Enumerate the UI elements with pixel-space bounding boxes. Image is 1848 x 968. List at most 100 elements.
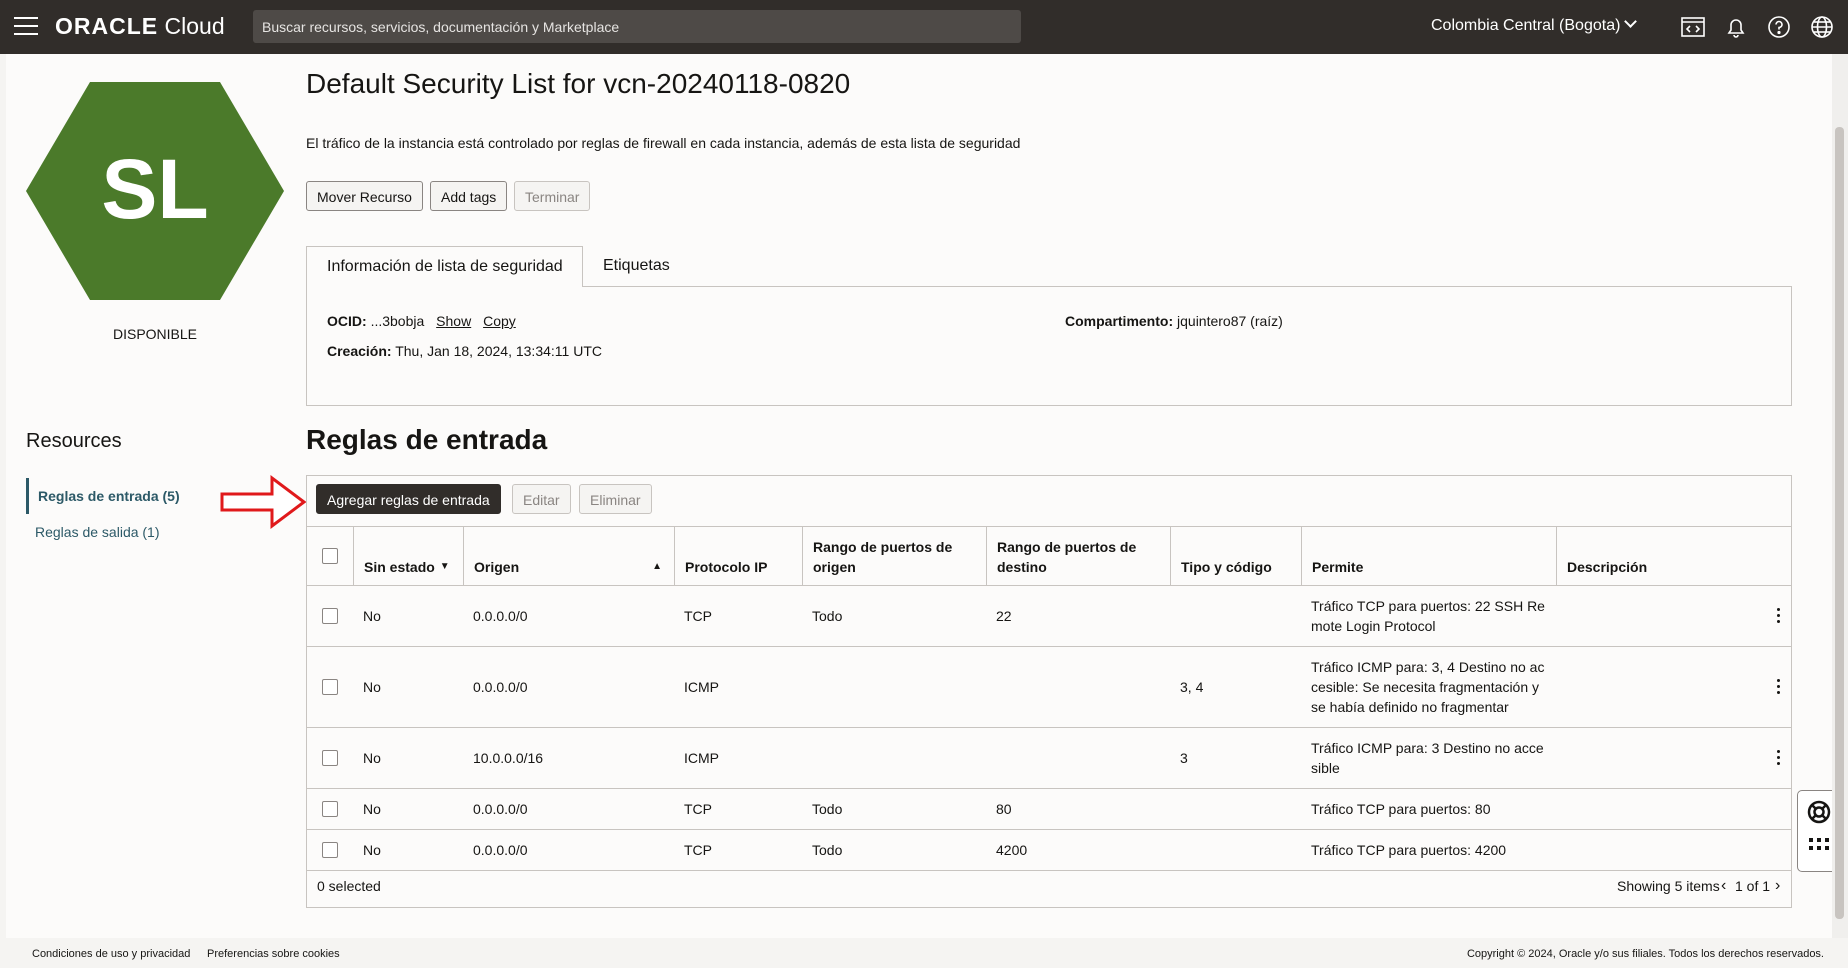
cookies-link[interactable]: Preferencias sobre cookies	[207, 948, 340, 960]
oracle-cloud-logo[interactable]: ORACLE Cloud	[55, 13, 225, 40]
tab-tags[interactable]: Etiquetas	[583, 246, 690, 287]
ocid-field: OCID: ...3bobja Show Copy	[327, 313, 516, 329]
cell-stateless: No	[363, 750, 381, 766]
tab-security-list-info[interactable]: Información de lista de seguridad	[306, 246, 583, 287]
info-panel: OCID: ...3bobja Show Copy Creación: Thu,…	[306, 286, 1792, 406]
add-tags-button[interactable]: Add tags	[430, 181, 508, 211]
prev-page-icon[interactable]: ‹	[1721, 877, 1726, 895]
cell-allows: Tráfico TCP para puertos: 22 SSH Remote …	[1311, 598, 1545, 634]
top-bar: ORACLE Cloud Buscar recursos, servicios,…	[0, 0, 1848, 54]
region-selector[interactable]: Colombia Central (Bogota)	[1431, 15, 1638, 35]
column-header-source[interactable]: Origen ▲	[463, 527, 674, 586]
scrollbar-thumb[interactable]	[1835, 127, 1844, 919]
created-field: Creación: Thu, Jan 18, 2024, 13:34:11 UT…	[327, 343, 602, 359]
cell-source-port: Todo	[812, 801, 843, 817]
resources-title: Resources	[26, 430, 122, 452]
cell-source: 0.0.0.0/0	[473, 608, 528, 624]
cell-stateless: No	[363, 608, 381, 624]
table-row: No 10.0.0.0/16 ICMP 3 Tráfico ICMP para:…	[307, 728, 1791, 789]
page-title: Default Security List for vcn-20240118-0…	[306, 68, 851, 99]
red-arrow-annotation	[220, 475, 307, 529]
table-row: No 0.0.0.0/0 TCP Todo 80 Tráfico TCP par…	[307, 789, 1791, 830]
column-header-protocol[interactable]: Protocolo IP	[674, 527, 802, 586]
cell-type-code: 3	[1180, 750, 1188, 766]
sort-up-icon: ▲	[652, 561, 662, 572]
cell-destination-port: 4200	[996, 842, 1028, 858]
cell-protocol: ICMP	[684, 679, 719, 695]
cell-allows: Tráfico TCP para puertos: 4200	[1311, 842, 1507, 858]
cell-source: 0.0.0.0/0	[473, 842, 528, 858]
cell-destination-port: 80	[996, 801, 1012, 817]
cell-allows: Tráfico ICMP para: 3 Destino no accesibl…	[1311, 740, 1544, 776]
cell-type-code: 3, 4	[1180, 679, 1204, 695]
cell-source: 0.0.0.0/0	[473, 801, 528, 817]
main-content: SL DISPONIBLE Default Security List for …	[6, 54, 1839, 938]
terminate-button[interactable]: Terminar	[514, 181, 591, 211]
select-all-checkbox[interactable]	[322, 548, 338, 564]
row-checkbox[interactable]	[322, 608, 338, 624]
security-list-hex-icon: SL	[26, 82, 284, 300]
delete-button[interactable]: Eliminar	[579, 484, 652, 514]
row-actions-icon[interactable]	[1777, 608, 1783, 626]
column-header-description[interactable]: Descripción	[1556, 527, 1791, 586]
code-editor-icon[interactable]	[1680, 14, 1706, 40]
page-footer: Condiciones de uso y privacidad Preferen…	[0, 938, 1848, 968]
row-actions-icon[interactable]	[1777, 679, 1783, 697]
row-checkbox[interactable]	[322, 750, 338, 766]
row-checkbox[interactable]	[322, 801, 338, 817]
cell-protocol: TCP	[684, 842, 712, 858]
help-icon[interactable]	[1766, 14, 1792, 40]
cell-source-port: Todo	[812, 608, 843, 624]
selected-count: 0 selected	[317, 878, 381, 894]
move-resource-button[interactable]: Mover Recurso	[306, 181, 423, 211]
bell-icon[interactable]	[1723, 14, 1749, 40]
cell-stateless: No	[363, 679, 381, 695]
ingress-rules-table: Agregar reglas de entrada Editar Elimina…	[306, 475, 1792, 908]
show-ocid-link[interactable]: Show	[436, 313, 471, 329]
chevron-down-icon	[1624, 15, 1638, 28]
row-checkbox[interactable]	[322, 842, 338, 858]
table-row: No 0.0.0.0/0 ICMP 3, 4 Tráfico ICMP para…	[307, 647, 1791, 728]
apps-grid-icon	[1809, 838, 1829, 850]
edit-button[interactable]: Editar	[512, 484, 571, 514]
lifebuoy-icon	[1807, 800, 1831, 824]
sort-down-icon: ▼	[439, 561, 450, 572]
page-description: El tráfico de la instancia está controla…	[306, 135, 1021, 151]
column-header-destination-port[interactable]: Rango de puertos de destino	[986, 527, 1170, 586]
page-scrollbar[interactable]	[1832, 54, 1848, 938]
compartment-field: Compartimento: jquintero87 (raíz)	[1065, 313, 1283, 329]
search-input[interactable]: Buscar recursos, servicios, documentació…	[253, 10, 1021, 43]
page-indicator: 1 of 1	[1735, 878, 1771, 894]
svg-text:SL: SL	[101, 142, 208, 236]
items-count: Showing 5 items	[1617, 878, 1720, 894]
next-page-icon[interactable]: ›	[1775, 877, 1780, 895]
globe-icon[interactable]	[1809, 14, 1835, 40]
add-ingress-rules-button[interactable]: Agregar reglas de entrada	[316, 484, 501, 514]
copy-ocid-link[interactable]: Copy	[483, 313, 516, 329]
cell-allows: Tráfico TCP para puertos: 80	[1311, 801, 1491, 817]
terms-link[interactable]: Condiciones de uso y privacidad	[32, 948, 190, 960]
column-header-type-code[interactable]: Tipo y código	[1170, 527, 1301, 586]
cell-protocol: ICMP	[684, 750, 719, 766]
table-row: No 0.0.0.0/0 TCP Todo 22 Tráfico TCP par…	[307, 586, 1791, 647]
row-actions-icon[interactable]	[1777, 750, 1783, 768]
column-header-allows[interactable]: Permite	[1301, 527, 1556, 586]
table-header: Sin estado ▼ Origen ▲ Protocolo IP Rango d…	[307, 526, 1791, 586]
table-row: No 0.0.0.0/0 TCP Todo 4200 Tráfico TCP p…	[307, 830, 1791, 871]
cell-allows: Tráfico ICMP para: 3, 4 Destino no acces…	[1311, 659, 1545, 715]
menu-icon[interactable]	[14, 17, 38, 37]
ingress-rules-title: Reglas de entrada	[306, 424, 548, 455]
cell-source: 0.0.0.0/0	[473, 679, 528, 695]
column-header-source-port[interactable]: Rango de puertos de origen	[802, 527, 986, 586]
cell-stateless: No	[363, 842, 381, 858]
resource-status: DISPONIBLE	[112, 326, 198, 342]
copyright-text: Copyright © 2024, Oracle y/o sus filiale…	[1466, 948, 1824, 960]
cell-stateless: No	[363, 801, 381, 817]
column-header-stateless[interactable]: Sin estado ▼	[353, 527, 463, 586]
cell-destination-port: 22	[996, 608, 1012, 624]
row-checkbox[interactable]	[322, 679, 338, 695]
cell-protocol: TCP	[684, 801, 712, 817]
cell-source-port: Todo	[812, 842, 843, 858]
cell-source: 10.0.0.0/16	[473, 750, 544, 766]
cell-protocol: TCP	[684, 608, 712, 624]
